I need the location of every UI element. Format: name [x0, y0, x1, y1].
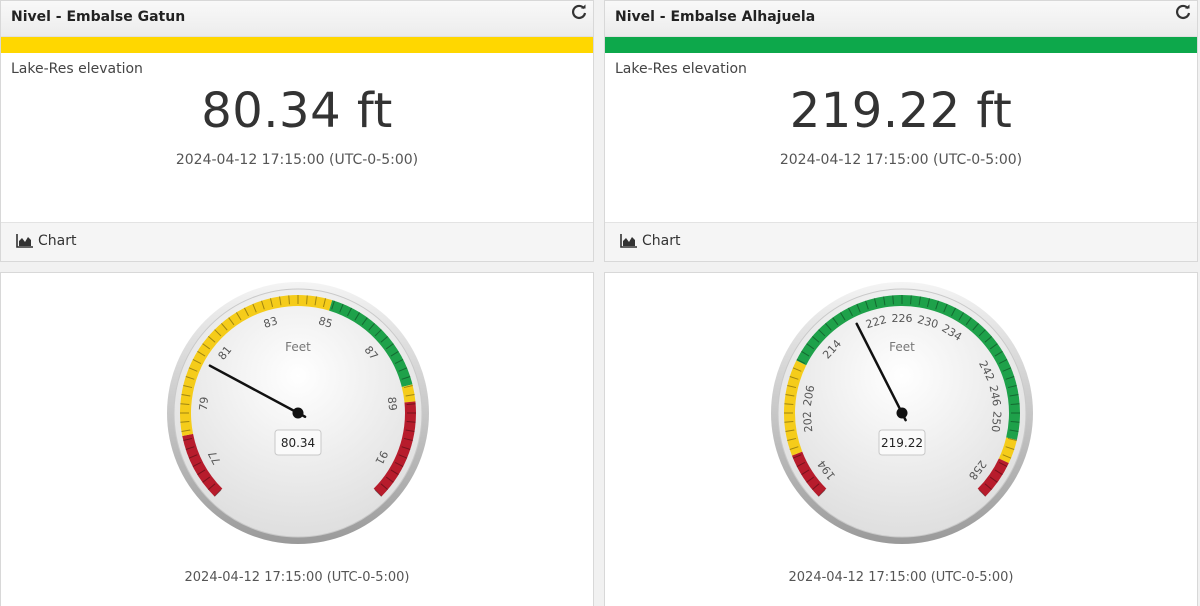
- level-card-gatun: Nivel - Embalse Gatun Lake-Res elevation…: [0, 0, 594, 262]
- gauge-timestamp: 2024-04-12 17:15:00 (UTC-0-5:00): [184, 570, 410, 585]
- gauge-tick: [180, 403, 190, 405]
- level-card-alhajuela: Nivel - Embalse Alhajuela Lake-Res eleva…: [604, 0, 1198, 262]
- gauge-needle-hub: [896, 407, 908, 419]
- metric-value: 80.34 ft: [201, 83, 393, 139]
- gauge-tick: [288, 295, 290, 305]
- metric-label: Lake-Res elevation: [615, 61, 747, 77]
- refresh-icon[interactable]: [571, 4, 587, 20]
- gauge-unit-label: Feet: [889, 340, 915, 354]
- gauge-tick: [892, 295, 894, 305]
- gauge-tick: [1010, 421, 1020, 423]
- chart-link-label: Chart: [642, 233, 681, 249]
- gauge-tick: [910, 295, 912, 305]
- gauge-tick: [784, 403, 794, 405]
- status-bar: [1, 37, 593, 53]
- gauge-alhajuela: 194202206214222 226 230 234242246250258Feet…: [771, 282, 1033, 544]
- gauge-tick-label: 202: [800, 411, 815, 433]
- gauge-tick: [306, 295, 308, 305]
- metric-label: Lake-Res elevation: [11, 61, 143, 77]
- area-chart-icon: [16, 234, 33, 248]
- card-header: Nivel - Embalse Alhajuela: [605, 1, 1197, 37]
- gauge-unit-label: Feet: [285, 340, 311, 354]
- chart-link-label: Chart: [38, 233, 77, 249]
- gauge-panel-alhajuela: 194 202 206 214 222 226 230 234 242 246 250 258 Feet…: [604, 272, 1198, 606]
- card-title: Nivel - Embalse Alhajuela: [615, 9, 816, 25]
- status-bar: [605, 37, 1197, 53]
- chart-link[interactable]: Chart: [1, 222, 593, 261]
- gauge-readout: 80.34: [281, 436, 315, 450]
- gauge-timestamp: 2024-04-12 17:15:00 (UTC-0-5:00): [788, 570, 1014, 585]
- gauge-tick-label: 250: [989, 411, 1004, 433]
- refresh-icon[interactable]: [1175, 4, 1191, 20]
- gauge-tick: [180, 421, 190, 423]
- chart-link[interactable]: Chart: [605, 222, 1197, 261]
- gauge-tick: [406, 421, 416, 423]
- card-header: Nivel - Embalse Gatun: [1, 1, 593, 37]
- gauge-tick: [406, 403, 416, 405]
- metric-value: 219.22 ft: [789, 83, 1013, 139]
- gauge-tick-label: 226: [892, 312, 913, 325]
- gauge-needle-hub: [292, 407, 304, 419]
- gauge-readout: 219.22: [881, 436, 923, 450]
- metric-timestamp: 2024-04-12 17:15:00 (UTC-0-5:00): [175, 152, 419, 168]
- metric-timestamp: 2024-04-12 17:15:00 (UTC-0-5:00): [779, 152, 1023, 168]
- area-chart-icon: [620, 234, 637, 248]
- gauge-tick: [1010, 403, 1020, 405]
- gauge-tick-label: 79: [197, 396, 211, 411]
- card-title: Nivel - Embalse Gatun: [11, 9, 186, 25]
- gauge-tick-label: 89: [385, 396, 399, 411]
- gauge-gatun: 77798183 85878991Feet80.34: [167, 282, 429, 544]
- gauge-panel-gatun: 77 79 81 83 85 87 89 91 Feet 80.34 2024-04-12 17:…: [0, 272, 594, 606]
- gauge-tick: [784, 421, 794, 423]
